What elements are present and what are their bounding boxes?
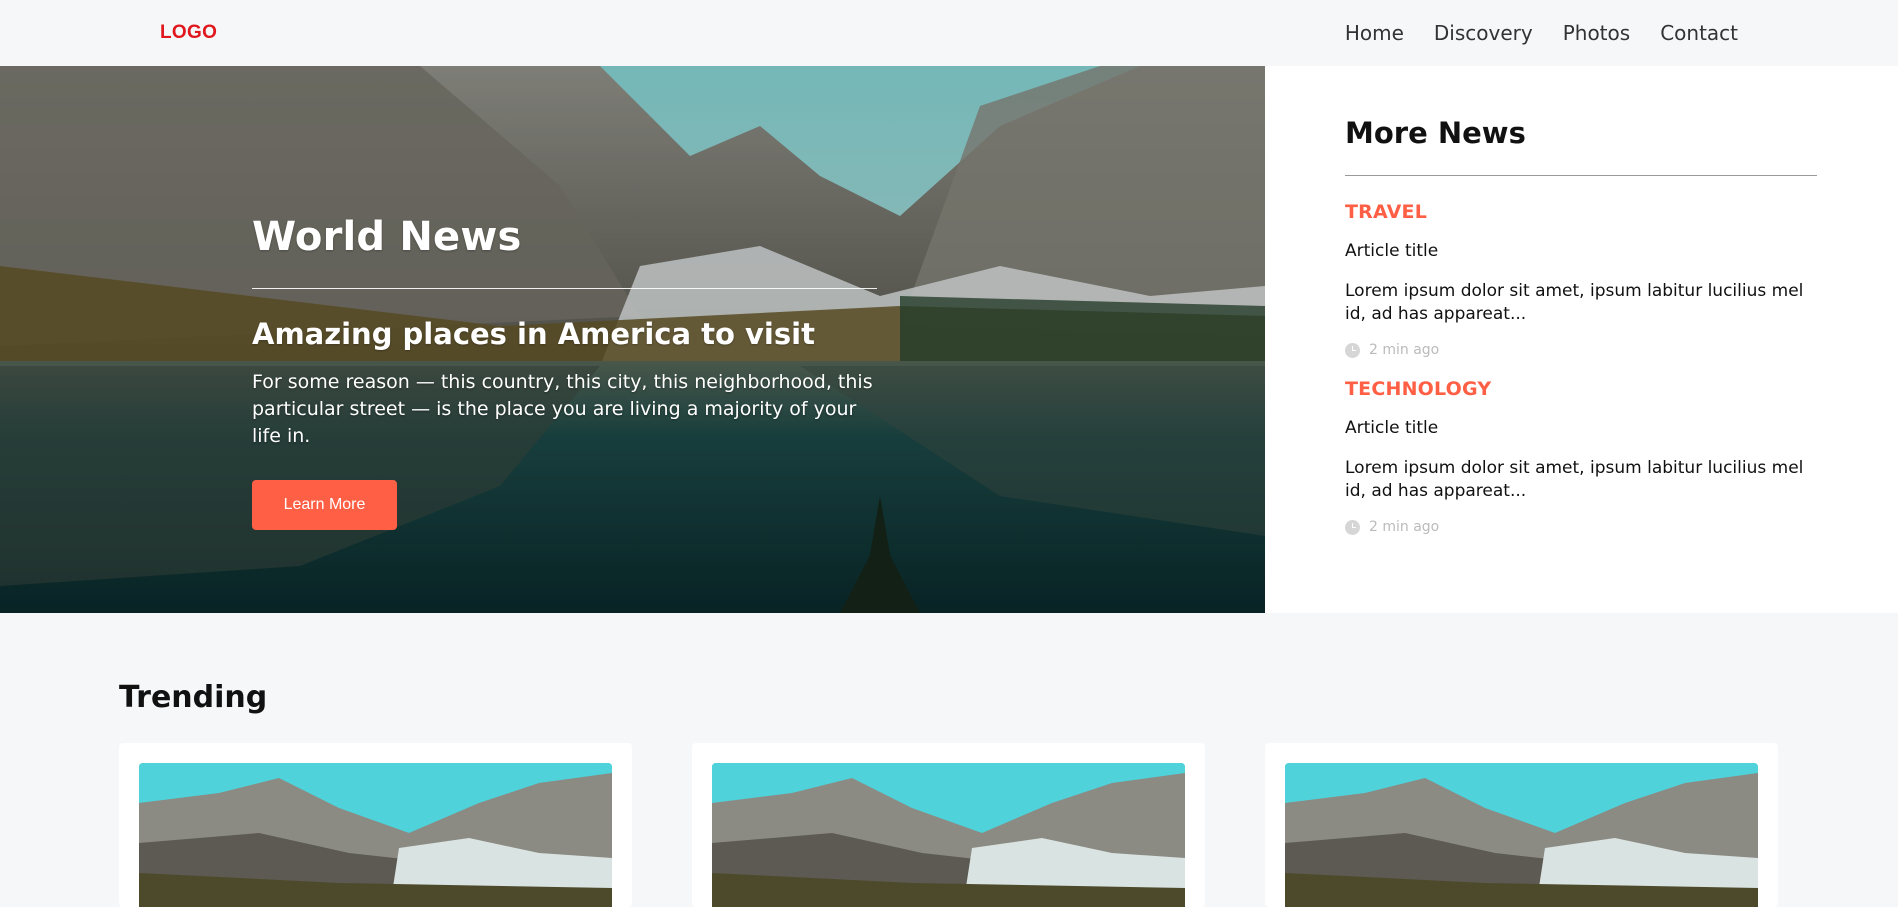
news-item[interactable]: TRAVEL Article title Lorem ipsum dolor s… [1345, 201, 1817, 358]
news-time-text: 2 min ago [1369, 519, 1440, 535]
trending-card[interactable] [1265, 743, 1778, 907]
hero-content: World News Amazing places in America to … [252, 214, 877, 530]
clock-icon [1345, 342, 1360, 358]
nav-home[interactable]: Home [1345, 21, 1404, 45]
trending-card-image[interactable] [712, 763, 1185, 907]
news-title[interactable]: Article title [1345, 241, 1817, 261]
more-news-divider [1345, 175, 1817, 176]
site-header: LOGO Home Discovery Photos Contact [0, 0, 1898, 66]
trending-card-image[interactable] [1285, 763, 1758, 907]
learn-more-button[interactable]: Learn More [252, 480, 397, 530]
nav-photos[interactable]: Photos [1563, 21, 1630, 45]
nav-discovery[interactable]: Discovery [1434, 21, 1533, 45]
news-timestamp: 2 min ago [1345, 519, 1817, 535]
hero-kicker: World News [252, 214, 522, 260]
news-timestamp: 2 min ago [1345, 342, 1817, 358]
news-title[interactable]: Article title [1345, 418, 1817, 438]
hero-title: Amazing places in America to visit [252, 317, 815, 351]
trending-card[interactable] [692, 743, 1205, 907]
news-time-text: 2 min ago [1369, 342, 1440, 358]
news-excerpt: Lorem ipsum dolor sit amet, ipsum labitu… [1345, 281, 1804, 324]
nav-contact[interactable]: Contact [1660, 21, 1738, 45]
more-news-sidebar: More News TRAVEL Article title Lorem ips… [1265, 66, 1898, 613]
mountain-image [139, 763, 612, 907]
main-nav: Home Discovery Photos Contact [1345, 21, 1738, 45]
hero-description: For some reason — this country, this cit… [252, 371, 873, 447]
trending-card[interactable] [119, 743, 632, 907]
mountain-image [712, 763, 1185, 907]
news-item[interactable]: TECHNOLOGY Article title Lorem ipsum dol… [1345, 378, 1817, 535]
news-category[interactable]: TRAVEL [1345, 201, 1817, 223]
more-news-title: More News [1345, 116, 1526, 150]
trending-card-image[interactable] [139, 763, 612, 907]
news-category[interactable]: TECHNOLOGY [1345, 378, 1817, 400]
clock-icon [1345, 519, 1360, 535]
trending-cards [119, 743, 1778, 907]
news-excerpt: Lorem ipsum dolor sit amet, ipsum labitu… [1345, 458, 1804, 501]
mountain-image [1285, 763, 1758, 907]
trending-title: Trending [119, 680, 268, 715]
hero-section: World News Amazing places in America to … [0, 66, 1265, 613]
logo[interactable]: LOGO [160, 22, 217, 44]
hero-divider [252, 288, 877, 289]
